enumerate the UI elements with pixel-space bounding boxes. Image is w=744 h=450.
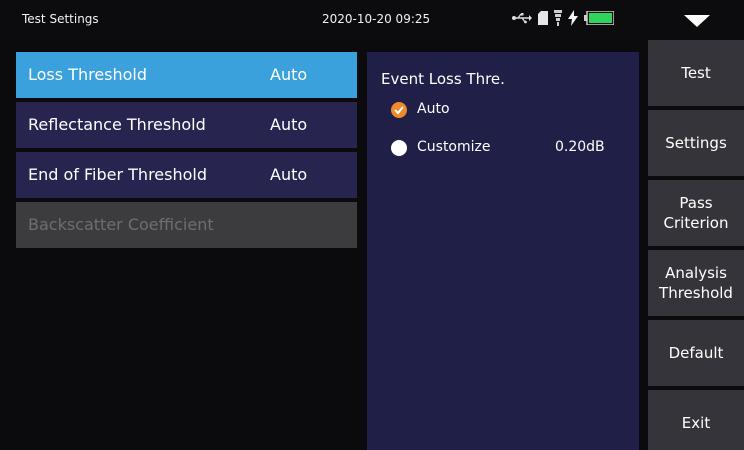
pass-criterion-button[interactable]: Pass Criterion	[648, 180, 744, 246]
unchecked-radio-icon	[391, 140, 407, 156]
item-label: Loss Threshold	[28, 65, 148, 84]
test-button[interactable]: Test	[648, 40, 744, 106]
checked-radio-icon	[391, 102, 407, 118]
dropdown-menu-icon[interactable]	[684, 12, 710, 31]
panel-title: Event Loss Thre.	[381, 70, 505, 88]
item-value: Auto	[270, 65, 308, 84]
item-label: End of Fiber Threshold	[28, 165, 207, 184]
list-item-reflectance-threshold[interactable]: Reflectance Threshold Auto	[16, 102, 357, 148]
radio-label: Customize	[417, 139, 491, 155]
window-title: Test Settings	[22, 12, 99, 26]
item-label: Backscatter Coefficient	[28, 215, 214, 234]
item-value: Auto	[270, 115, 308, 134]
sd-card-icon	[538, 11, 548, 25]
item-value: Auto	[270, 165, 308, 184]
analysis-threshold-button[interactable]: Analysis Threshold	[648, 250, 744, 316]
radio-customize[interactable]: Customize 0.20dB	[391, 138, 631, 158]
default-button[interactable]: Default	[648, 320, 744, 386]
status-bar: Test Settings 2020-10-20 09:25	[0, 0, 744, 38]
list-item-loss-threshold[interactable]: Loss Threshold Auto	[16, 52, 357, 98]
side-menu: Test Settings Pass Criterion Analysis Th…	[648, 40, 744, 450]
customize-value[interactable]: 0.20dB	[555, 139, 605, 155]
event-loss-panel: Event Loss Thre. Auto Customize 0.20dB	[367, 52, 639, 450]
status-icons	[512, 9, 614, 27]
battery-icon	[584, 11, 614, 25]
radio-label: Auto	[417, 101, 450, 117]
usb-icon	[512, 12, 532, 24]
datetime: 2020-10-20 09:25	[322, 12, 431, 26]
signal-icon	[554, 10, 562, 26]
list-item-backscatter-coefficient: Backscatter Coefficient	[16, 202, 357, 248]
settings-button[interactable]: Settings	[648, 110, 744, 176]
threshold-list: Loss Threshold Auto Reflectance Threshol…	[16, 52, 357, 252]
charging-bolt-icon	[568, 10, 578, 26]
item-label: Reflectance Threshold	[28, 115, 206, 134]
radio-auto[interactable]: Auto	[391, 100, 631, 120]
list-item-end-of-fiber-threshold[interactable]: End of Fiber Threshold Auto	[16, 152, 357, 198]
exit-button[interactable]: Exit	[648, 390, 744, 450]
